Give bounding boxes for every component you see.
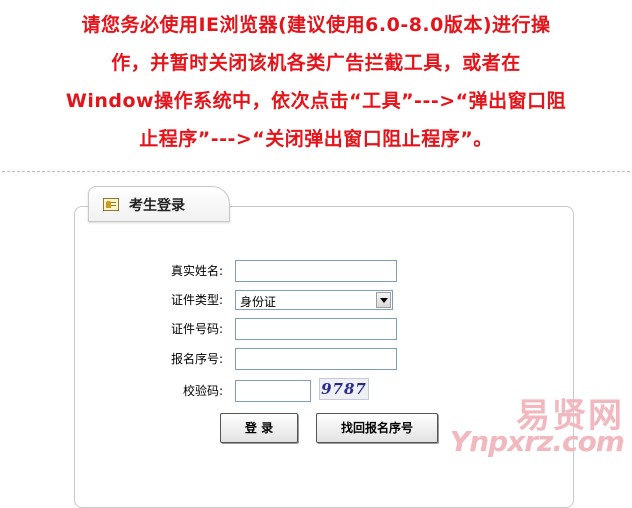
reg-number-label: 报名序号: [170, 352, 223, 366]
notice-line-2: 作，并暂时关闭该机各类广告拦截工具，或者在 [111, 52, 521, 74]
captcha-image[interactable]: 9787 [319, 378, 369, 400]
chevron-down-icon[interactable] [376, 292, 391, 308]
recover-reg-number-button[interactable]: 找回报名序号 [316, 413, 438, 443]
name-input[interactable] [235, 260, 397, 282]
panel-title: 考生登录 [129, 198, 185, 214]
watermark-en: Ynpxrz.com [449, 425, 625, 458]
captcha-input[interactable] [235, 380, 311, 402]
login-panel-tab: 考生登录 [88, 186, 230, 222]
id-type-value: 身份证 [240, 295, 277, 309]
notice-line-3: Window操作系统中，依次点击“工具”--->“弹出窗口阻 [65, 90, 567, 112]
id-number-input[interactable] [235, 318, 397, 340]
notice-line-4: 止程序”--->“关闭弹出窗口阻止程序”。 [139, 128, 493, 150]
id-type-label: 证件类型: [170, 293, 223, 307]
notice-line-1: 请您务必使用IE浏览器(建议使用6.0-8.0版本)进行操 [81, 14, 551, 36]
id-type-select[interactable]: 身份证 [235, 290, 393, 310]
login-button[interactable]: 登 录 [220, 413, 298, 443]
captcha-label: 校验码: [182, 384, 223, 398]
name-label: 真实姓名: [170, 264, 223, 278]
reg-number-input[interactable] [235, 348, 397, 370]
notice-text: 请您务必使用IE浏览器(建议使用6.0-8.0版本)进行操 作，并暂时关闭该机各… [0, 6, 632, 158]
dashed-divider [2, 171, 630, 172]
id-card-icon [103, 198, 119, 211]
id-number-label: 证件号码: [170, 322, 223, 336]
